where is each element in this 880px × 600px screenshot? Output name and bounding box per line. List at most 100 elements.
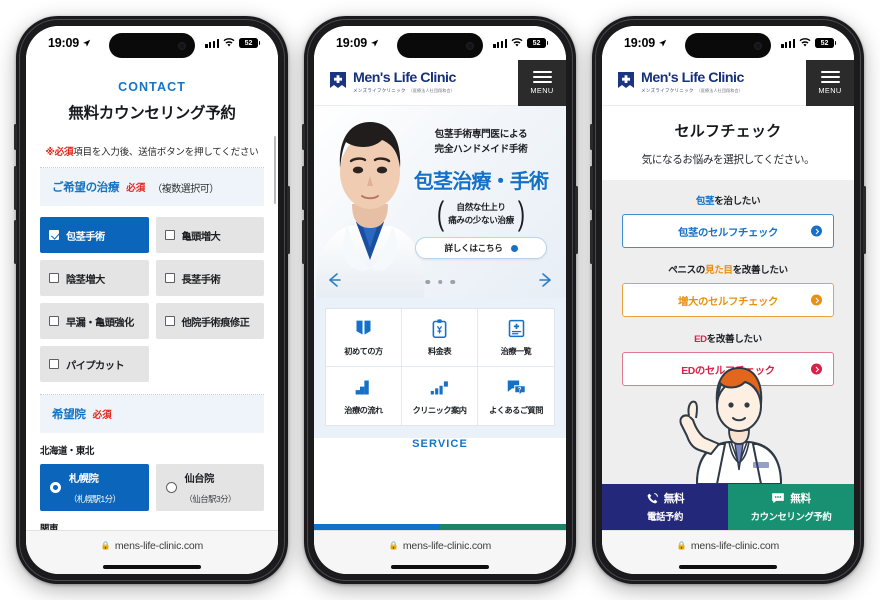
hamburger-menu-button[interactable]: MENU <box>518 60 566 106</box>
checkbox-box[interactable] <box>164 230 175 240</box>
button-label: 増大のセルフチェック <box>678 296 778 308</box>
battery-level: 52 <box>820 39 829 47</box>
power-button[interactable] <box>575 186 578 254</box>
radio-option-sendai[interactable]: 仙台院 （仙台駅3分） <box>155 464 264 511</box>
checkbox-label: 早漏・亀頭強化 <box>66 317 134 329</box>
home-indicator[interactable] <box>391 565 489 569</box>
self-check-lead-zodai: ペニスの見た目を改善したい <box>622 262 834 276</box>
bottom-cta-bar: 無料 電話予約 無料 カウンセリング予約 <box>602 484 854 530</box>
checkbox-box[interactable] <box>49 359 59 369</box>
checkbox-box[interactable] <box>49 316 59 326</box>
volume-up-button[interactable] <box>14 166 17 210</box>
checkbox-option-chokei-shujutsu[interactable]: 長茎手術 <box>155 260 264 296</box>
nav-tile-first-time[interactable]: 初めての方 <box>326 309 402 367</box>
carousel-dot[interactable] <box>437 279 443 284</box>
note-required: 必須 <box>54 147 74 158</box>
radio-dot[interactable] <box>165 482 177 493</box>
status-time: 19:09 <box>624 36 655 50</box>
url-host: mens-life-clinic.com <box>690 539 780 552</box>
checkbox-box[interactable] <box>49 230 59 240</box>
wifi-icon <box>223 38 235 47</box>
volume-down-button[interactable] <box>302 220 305 264</box>
status-indicators: 52 <box>781 37 837 49</box>
hero-line-2: 完全ハンドメイド手術 <box>434 143 528 155</box>
volume-down-button[interactable] <box>14 220 17 264</box>
browser-url-bar[interactable]: 🔒 mens-life-clinic.com <box>26 530 278 560</box>
mute-switch[interactable] <box>14 124 17 150</box>
nav-tile-faq[interactable]: ? よくあるご質問 <box>478 367 554 425</box>
home-indicator[interactable] <box>679 565 777 569</box>
radio-dot[interactable] <box>50 482 61 493</box>
hamburger-menu-button[interactable]: MENU <box>806 60 854 106</box>
self-check-options: 包茎を治したい 包茎のセルフチェック ペニスの見た目を改善したい 増大のセルフチ… <box>602 180 854 484</box>
page-title: セルフチェック <box>674 123 782 140</box>
note-rest: 項目を入力後、送信ボタンを押してください <box>73 147 259 158</box>
browser-url-bar[interactable]: 🔒 mens-life-clinic.com <box>602 530 854 560</box>
chevron-right-circle-icon <box>811 225 822 237</box>
nav-tile-clinic-guide[interactable]: クリニック案内 <box>402 367 478 425</box>
checkbox-box[interactable] <box>164 273 175 283</box>
lock-icon: 🔒 <box>100 541 111 550</box>
cta-row-top: 無料 <box>771 491 811 506</box>
checkbox-option-pipe-cut[interactable]: パイプカット <box>40 346 149 382</box>
site-logo[interactable]: Men's Life Clinic メンズライフクリニック （医療法人社団翔和会… <box>616 71 744 94</box>
battery-charging-icon: 52 <box>815 37 837 49</box>
home-indicator-area <box>602 560 854 574</box>
power-button[interactable] <box>863 186 866 254</box>
cta-badge: 無料 <box>790 493 811 505</box>
checkbox-box[interactable] <box>164 316 175 326</box>
volume-up-button[interactable] <box>302 166 305 210</box>
page-scrollbar[interactable] <box>273 136 276 204</box>
volume-up-button[interactable] <box>590 166 593 210</box>
mute-switch[interactable] <box>590 124 593 150</box>
battery-charging-icon: 52 <box>239 37 261 49</box>
logo-sub-row: メンズライフクリニック （医療法人社団翔和会） <box>641 88 744 94</box>
self-check-button-hokei[interactable]: 包茎のセルフチェック <box>622 214 834 248</box>
home-indicator[interactable] <box>103 565 201 569</box>
checkbox-option-kito-zodai[interactable]: 亀頭増大 <box>155 217 264 253</box>
required-badge: 必須 <box>126 183 146 194</box>
note-mark: ※ <box>45 147 55 158</box>
lead-highlight: ED <box>694 334 707 345</box>
menu-label: MENU <box>530 85 554 95</box>
site-header: Men's Life Clinic メンズライフクリニック （医療法人社団翔和会… <box>602 60 854 106</box>
nav-tile-label: 治療の流れ <box>344 405 383 415</box>
service-section: SERVICE <box>314 438 566 458</box>
phone-mockup-home-page: 19:09 52 Men's Life Clinic メンズライフクリニック （… <box>302 16 578 584</box>
mute-switch[interactable] <box>302 124 305 150</box>
nav-tile-treatment-flow[interactable]: 治療の流れ <box>326 367 402 425</box>
dynamic-island <box>109 33 195 58</box>
carousel-dots[interactable] <box>425 279 455 284</box>
cta-phone-reservation[interactable]: 無料 電話予約 <box>602 484 728 530</box>
self-check-button-zodai[interactable]: 増大のセルフチェック <box>622 283 834 317</box>
browser-url-bar[interactable]: 🔒 mens-life-clinic.com <box>314 530 566 560</box>
volume-down-button[interactable] <box>590 220 593 264</box>
cta-label: 電話予約 <box>647 511 683 522</box>
lead-rest: を改善したい <box>706 334 763 345</box>
carousel-dot[interactable] <box>425 279 430 284</box>
url-host: mens-life-clinic.com <box>114 539 204 552</box>
checkbox-box[interactable] <box>49 273 59 283</box>
hero-cta-button[interactable]: 詳しくはこちら <box>415 237 547 260</box>
hero-carousel[interactable]: 包茎手術専門医による 完全ハンドメイド手術 包茎治療・手術 ( 自然な仕上り 痛… <box>314 106 566 298</box>
clinic-name: 札幌院 <box>69 473 99 485</box>
checkbox-option-soro-kito-kyoka[interactable]: 早漏・亀頭強化 <box>40 303 149 339</box>
checkbox-option-inkei-zodai[interactable]: 陰茎増大 <box>40 260 149 296</box>
checkbox-option-hokei-shujutsu[interactable]: 包茎手術 <box>40 217 149 253</box>
radio-option-sapporo[interactable]: 札幌院 （札幌駅1分） <box>40 464 149 511</box>
arrow-left-icon[interactable] <box>324 270 344 290</box>
power-button[interactable] <box>287 186 290 254</box>
carousel-dot[interactable] <box>450 279 455 284</box>
faq-chat-icon: ? <box>507 380 526 397</box>
nav-tile-pricing[interactable]: 料金表 <box>402 309 478 367</box>
cta-counseling-reservation[interactable]: 無料 カウンセリング予約 <box>728 484 854 530</box>
site-logo[interactable]: Men's Life Clinic メンズライフクリニック （医療法人社団翔和会… <box>328 71 456 94</box>
doctor-pointing-illustration <box>679 366 783 484</box>
nav-tile-treatment-list[interactable]: 治療一覧 <box>478 309 554 367</box>
checkbox-option-tain-shujutsu-shusei[interactable]: 他院手術痕修正 <box>155 303 264 339</box>
nav-tile-label: よくあるご質問 <box>489 405 543 415</box>
logo-text: Men's Life Clinic メンズライフクリニック （医療法人社団翔和会… <box>353 71 456 94</box>
arrow-right-icon[interactable] <box>536 270 556 290</box>
